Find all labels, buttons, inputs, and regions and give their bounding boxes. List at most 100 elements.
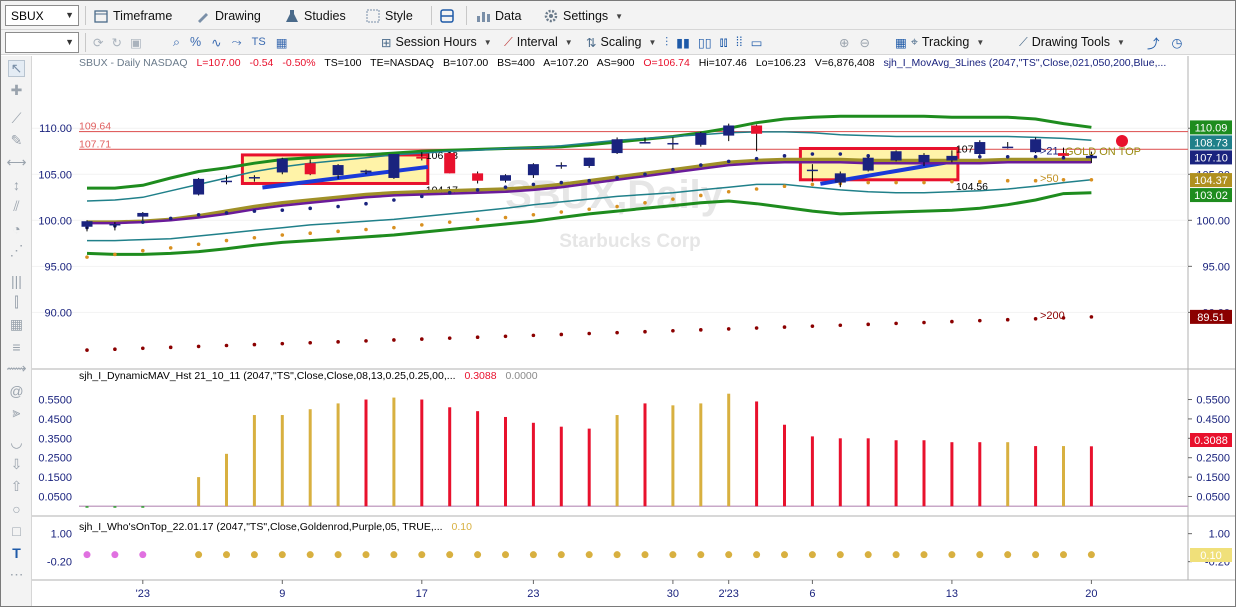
add-chart-icon[interactable]: ⤴ (1147, 33, 1160, 52)
drawing-tools-button[interactable]: ⟋ Drawing Tools ▼ (1019, 31, 1125, 53)
zoom-icon[interactable]: ⌕ (173, 35, 180, 50)
crosshair-icon[interactable]: ✚ (8, 82, 25, 99)
horizontal-line-label: 107.71 (79, 138, 111, 150)
studies-button[interactable]: Studies (284, 5, 346, 27)
histogram-bar (113, 506, 117, 508)
timeframe-button[interactable]: Timeframe (93, 5, 172, 27)
data-label: Data (495, 9, 522, 23)
dot-dkred (894, 321, 898, 326)
candle-body (193, 178, 205, 195)
percent-icon[interactable]: % (190, 35, 201, 49)
cycle-icon[interactable]: ◔ (8, 220, 25, 237)
chevron-down-icon[interactable]: ▼ (1117, 38, 1125, 47)
whos-on-top-left-tick-label: -0.20 (47, 557, 72, 569)
grid-tool-icon[interactable]: ▦ (8, 316, 25, 333)
ohlc-bar-icon[interactable]: ⫶ (665, 35, 668, 50)
histogram-bar (810, 436, 814, 507)
histogram-left-tick-label: 0.3500 (38, 433, 72, 445)
line-on-close-icon[interactable]: ⫾⫾ (720, 35, 728, 50)
arrow-down-icon[interactable]: ⇩ (8, 456, 25, 473)
dot-dkred (420, 337, 424, 341)
histogram-bar (225, 453, 228, 507)
dot-blue (587, 178, 591, 183)
cycle-icon[interactable]: ↻ (111, 35, 121, 50)
pitchfork-icon[interactable]: ⫸ (8, 404, 25, 421)
dot-dkred (531, 333, 536, 338)
dot-dkred (392, 338, 396, 342)
more-tools-icon[interactable]: ⋯ (8, 566, 25, 583)
chart-type-icon[interactable]: ∿ (211, 35, 221, 50)
line-chart-icon[interactable]: ⤳ (232, 35, 242, 50)
chart-area[interactable]: SBUX,Daily Starbucks Corp 109.64107.71 1… (32, 56, 1235, 606)
parallel-lines-icon[interactable]: ||| (8, 272, 25, 289)
dot-dkred (699, 328, 703, 332)
ts-icon[interactable]: TS (252, 36, 266, 48)
chevron-down-icon[interactable]: ▼ (648, 38, 656, 47)
candle-body (918, 154, 930, 163)
chevron-down-icon[interactable]: ▼ (65, 10, 74, 20)
candle-body (527, 164, 539, 176)
settings-button[interactable]: Settings ▼ (543, 5, 623, 27)
brush-icon[interactable]: ✎ (8, 132, 25, 149)
refresh-icon[interactable]: ⟳ (93, 35, 103, 50)
pointer-icon[interactable]: ↖ (8, 60, 25, 77)
interval-input[interactable]: ▼ (5, 32, 79, 53)
dot-icon[interactable]: ⁞⁞ (736, 35, 743, 49)
arc-icon[interactable]: ◡ (8, 434, 25, 451)
chevron-down-icon[interactable]: ▼ (484, 38, 492, 47)
session-hours-button[interactable]: ⊞ Session Hours ▼ (381, 31, 492, 53)
vertical-line-icon[interactable]: ↕ (8, 176, 25, 193)
candle-body (472, 173, 484, 181)
dot-gold (196, 242, 201, 247)
chevron-down-icon[interactable]: ▼ (976, 38, 984, 47)
dashboard-icon[interactable]: ◷ (1172, 35, 1183, 50)
rectangle-icon[interactable]: □ (8, 522, 25, 539)
whos-on-top-dot (808, 551, 816, 559)
grid-icon[interactable]: ▦ (276, 35, 288, 50)
whos-on-top-dot (418, 551, 426, 559)
arrow-up-icon[interactable]: ⇧ (8, 478, 25, 495)
data-button[interactable]: Data (475, 5, 521, 27)
channel-icon[interactable]: ⫽ (8, 198, 25, 215)
dot-gold (113, 252, 117, 257)
chart-window-icon[interactable]: ▭ (751, 35, 763, 50)
histogram-bar (420, 399, 424, 507)
candle-hollow-icon[interactable]: ▯▯ (698, 35, 712, 50)
chevron-down-icon[interactable]: ▼ (565, 38, 573, 47)
spiral-icon[interactable]: @ (8, 382, 25, 399)
dot-dkred (280, 341, 285, 346)
gann-icon[interactable]: ⟿ (6, 360, 26, 377)
zoom-in-icon[interactable]: ⊕ (839, 35, 849, 50)
chevron-down-icon[interactable]: ▼ (615, 12, 623, 21)
text-tool-icon[interactable]: T (8, 544, 25, 561)
symbol-input[interactable]: SBUX ▼ (5, 5, 79, 26)
window-icon[interactable]: ▣ (130, 35, 142, 50)
trade-exchange: TE=NASDAQ (370, 57, 434, 69)
histogram-bar (699, 403, 703, 507)
dot-dkred (1005, 317, 1010, 322)
zoom-out-icon[interactable]: ⊖ (859, 35, 869, 50)
interval-button[interactable]: ⟋ Interval ▼ (504, 31, 573, 53)
style-button[interactable]: Style (365, 5, 413, 27)
dot-blue (308, 206, 313, 211)
ask: A=107.20 (543, 57, 588, 69)
levels-icon[interactable]: ≡ (8, 338, 25, 355)
drawing-button[interactable]: Drawing (195, 5, 261, 27)
scaling-button[interactable]: ⇅ Scaling ▼ (586, 31, 656, 53)
candle-body (946, 155, 958, 161)
histogram-bar (448, 407, 452, 507)
dot-blue (196, 212, 201, 217)
trendline-icon[interactable]: ⟋ (8, 110, 25, 127)
histogram-bar (894, 440, 898, 507)
horizontal-line-icon[interactable]: ⟷ (6, 154, 26, 171)
price-badge-value: 110.09 (1195, 122, 1228, 134)
speed-lines-icon[interactable]: ⫿ (8, 294, 25, 311)
candle-icon[interactable]: ▮▮ (676, 35, 690, 50)
dot-gold (280, 233, 285, 237)
tracking-button[interactable]: ▦ ⌖ Tracking ▼ (895, 31, 984, 53)
chevron-down-icon[interactable]: ▼ (65, 37, 74, 47)
fib-icon[interactable]: ⋰ (8, 242, 25, 259)
whos-on-top-dot (1060, 551, 1067, 559)
ellipse-icon[interactable]: ○ (8, 500, 25, 517)
data-window-button[interactable] (439, 5, 455, 27)
